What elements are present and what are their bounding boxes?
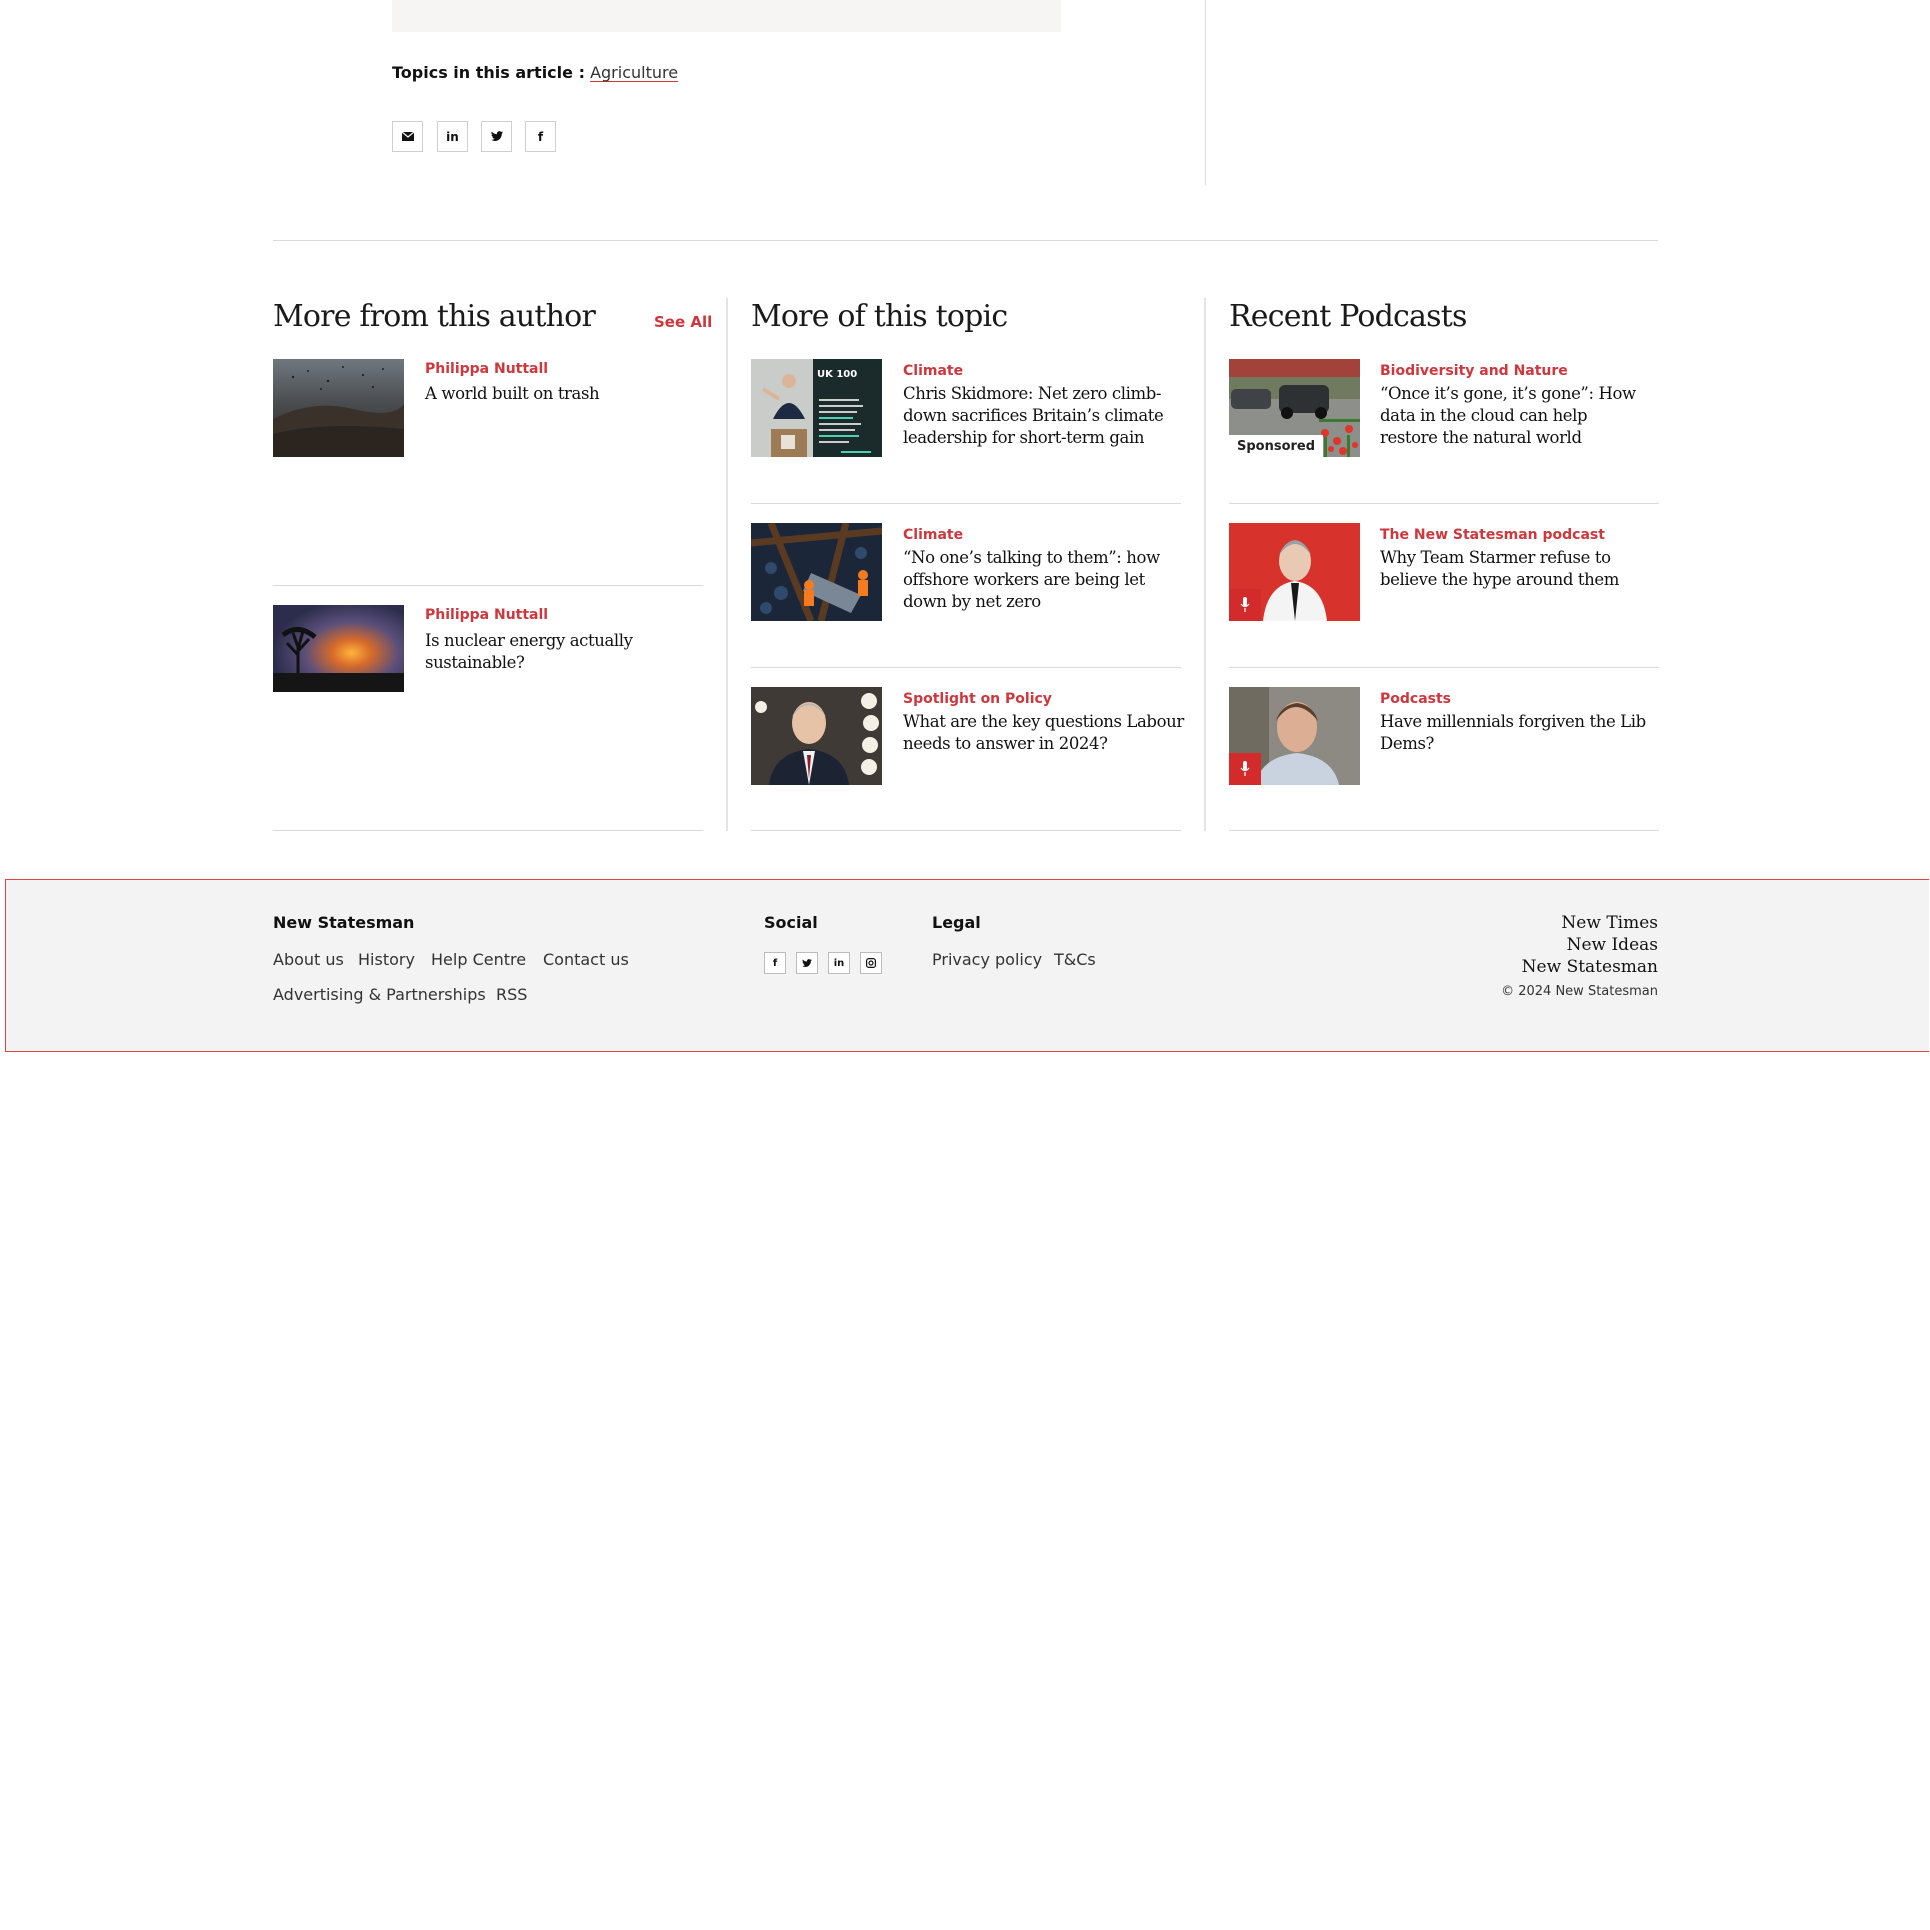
see-all-link[interactable]: See All (654, 313, 712, 331)
copyright-text: © 2024 New Statesman (1501, 984, 1658, 999)
footer-link-history[interactable]: History (358, 950, 415, 969)
footer-link-rss[interactable]: RSS (496, 985, 527, 1004)
sidebar-divider (1205, 0, 1206, 185)
article-grey-block (392, 0, 1061, 32)
article-category[interactable]: Philippa Nuttall (425, 360, 548, 378)
article-thumbnail[interactable] (273, 359, 404, 457)
article-thumbnail[interactable] (751, 523, 882, 621)
twitter-icon[interactable] (796, 952, 818, 974)
article-thumbnail[interactable]: Sponsored (1229, 359, 1360, 457)
twitter-icon (490, 130, 503, 144)
article-title[interactable]: What are the key questions Labour needs … (903, 711, 1188, 755)
article-title[interactable]: A world built on trash (425, 383, 665, 405)
article-category[interactable]: Climate (903, 362, 963, 380)
article-category[interactable]: Podcasts (1380, 690, 1451, 708)
uk100-logo: UK 100 (817, 369, 857, 380)
author-col-heading: More from this author (273, 299, 596, 334)
article-category[interactable]: Biodiversity and Nature (1380, 362, 1568, 380)
article-title[interactable]: Why Team Starmer refuse to believe the h… (1380, 547, 1640, 591)
brand-line-new-times: New Times (1561, 913, 1658, 933)
instagram-icon[interactable] (860, 952, 882, 974)
article-thumbnail[interactable] (751, 687, 882, 785)
column-divider (726, 298, 728, 831)
row-divider (1229, 830, 1659, 831)
podcast-thumbnail[interactable] (1229, 687, 1360, 785)
linkedin-icon[interactable]: in (828, 952, 850, 974)
podcast-col-heading: Recent Podcasts (1229, 299, 1467, 334)
footer-heading-social: Social (764, 913, 818, 932)
article-category[interactable]: Spotlight on Policy (903, 690, 1052, 708)
footer-link-contact-us[interactable]: Contact us (543, 950, 629, 969)
footer-link-advertising[interactable]: Advertising & Partnerships (273, 985, 486, 1004)
share-twitter-button[interactable] (481, 121, 512, 152)
article-title[interactable]: Is nuclear energy actually sustainable? (425, 630, 655, 674)
article-title[interactable]: “Once it’s gone, it’s gone”: How data in… (1380, 383, 1645, 449)
facebook-icon[interactable]: f (764, 952, 786, 974)
article-category[interactable]: The New Statesman podcast (1380, 526, 1605, 544)
article-title[interactable]: “No one’s talking to them”: how offshore… (903, 547, 1163, 613)
article-title[interactable]: Have millennials forgiven the Lib Dems? (1380, 711, 1650, 755)
brand-line-new-statesman: New Statesman (1521, 957, 1658, 977)
section-divider (273, 240, 1658, 241)
footer-heading-new-statesman: New Statesman (273, 913, 415, 932)
topic-col-heading: More of this topic (751, 299, 1008, 334)
sponsored-badge: Sponsored (1229, 435, 1324, 457)
email-icon (401, 130, 414, 144)
article-title[interactable]: Chris Skidmore: Net zero climb-down sacr… (903, 383, 1173, 449)
share-linkedin-button[interactable]: in (437, 121, 468, 152)
share-email-button[interactable] (392, 121, 423, 152)
column-divider (1204, 298, 1206, 831)
footer-link-terms[interactable]: T&Cs (1054, 950, 1096, 969)
microphone-icon (1229, 589, 1261, 621)
topics-label: Topics in this article : (392, 63, 585, 82)
row-divider (273, 585, 703, 586)
footer-link-help-centre[interactable]: Help Centre (431, 950, 526, 969)
row-divider (1229, 667, 1659, 668)
podcast-thumbnail[interactable] (1229, 523, 1360, 621)
linkedin-icon: in (446, 129, 459, 144)
share-facebook-button[interactable]: f (525, 121, 556, 152)
footer-link-about-us[interactable]: About us (273, 950, 344, 969)
topics-row: Topics in this article : Agriculture (392, 62, 678, 84)
row-divider (751, 830, 1181, 831)
article-category[interactable]: Philippa Nuttall (425, 606, 548, 624)
article-category[interactable]: Climate (903, 526, 963, 544)
row-divider (1229, 503, 1659, 504)
microphone-icon (1229, 753, 1261, 785)
footer-link-privacy-policy[interactable]: Privacy policy (932, 950, 1042, 969)
row-divider (751, 667, 1181, 668)
row-divider (273, 830, 703, 831)
row-divider (751, 503, 1181, 504)
facebook-icon: f (537, 129, 544, 144)
topic-link-agriculture[interactable]: Agriculture (590, 63, 678, 82)
brand-line-new-ideas: New Ideas (1566, 935, 1658, 955)
article-thumbnail[interactable]: UK 100 (751, 359, 882, 457)
article-thumbnail[interactable] (273, 605, 404, 692)
footer-heading-legal: Legal (932, 913, 981, 932)
